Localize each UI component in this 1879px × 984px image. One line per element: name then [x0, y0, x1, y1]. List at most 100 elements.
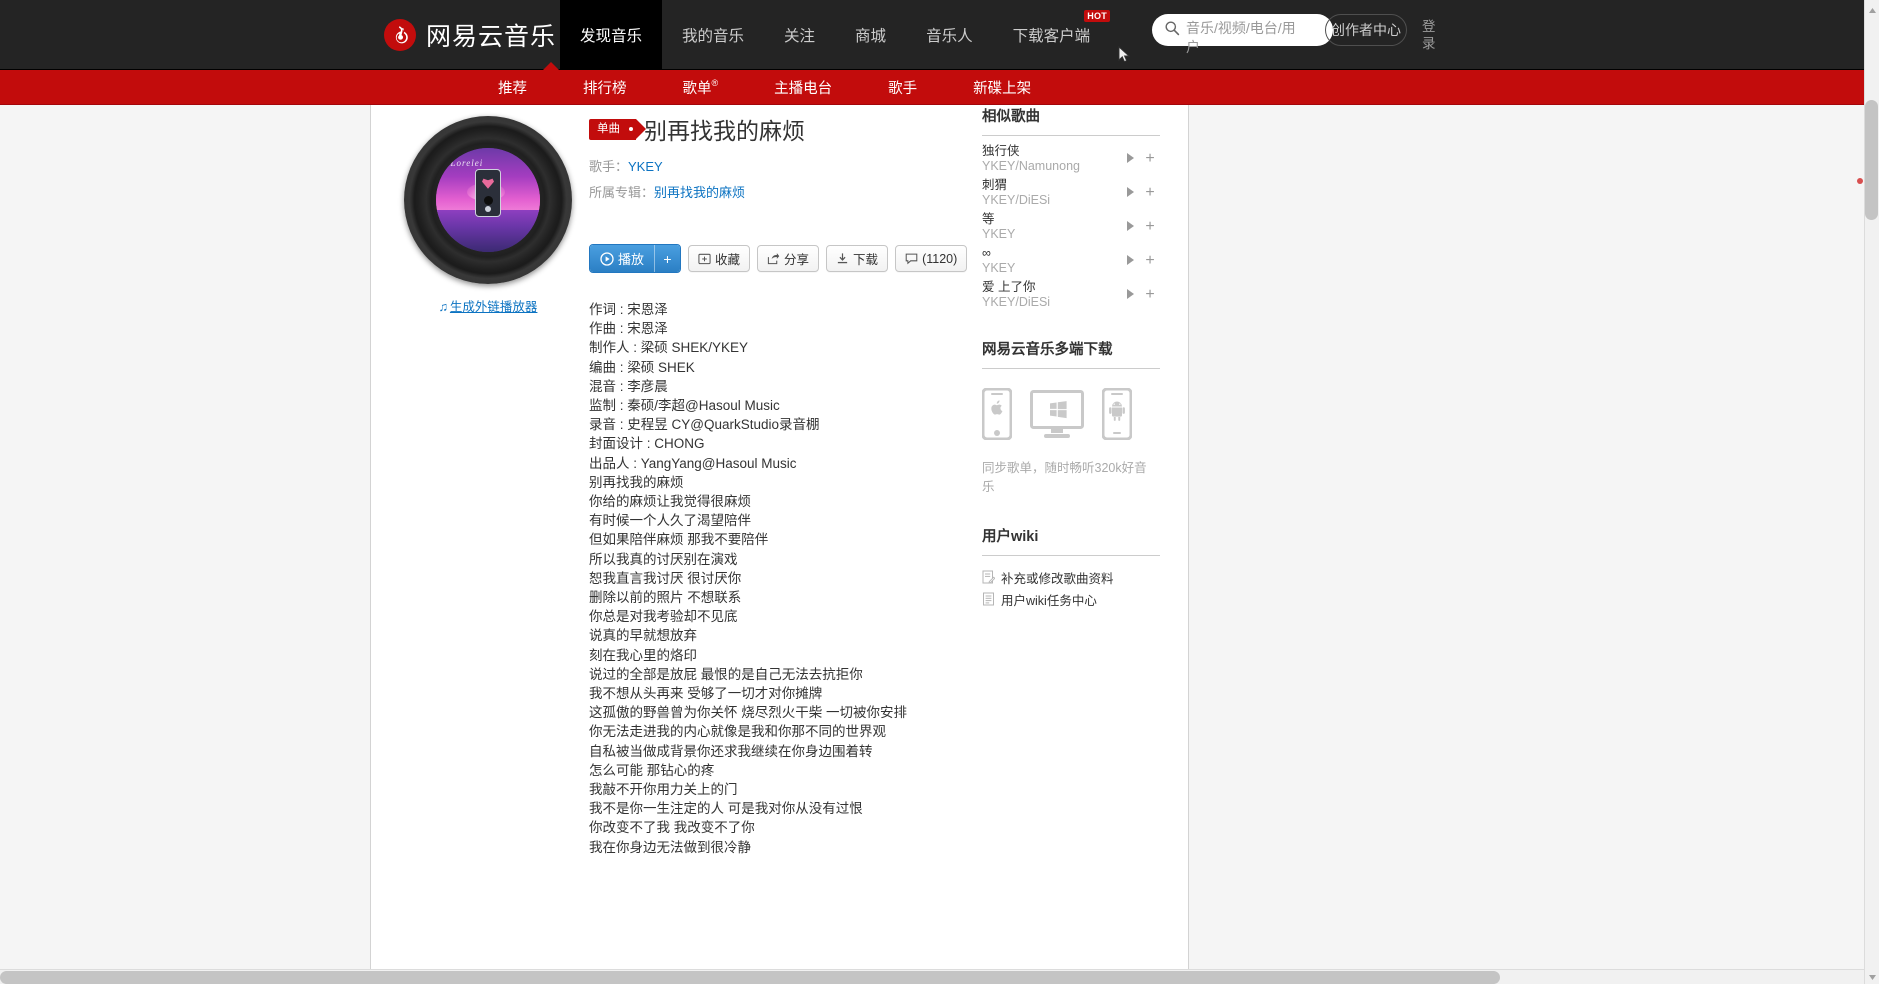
artist-line: 歌手：YKEY — [589, 156, 969, 178]
similar-songs-list: 独行侠 YKEY/Namunong + 刺猬 YKEY/DiESi + — [982, 142, 1160, 312]
search-box[interactable]: 音乐/视频/电台/用户 — [1152, 14, 1333, 46]
nav-item-label: 商城 — [855, 24, 886, 46]
netease-music-logo-icon — [384, 19, 416, 51]
vertical-scrollbar-thumb[interactable] — [1865, 100, 1878, 220]
favorite-button[interactable]: 收藏 — [688, 245, 750, 272]
list-item[interactable]: 刺猬 YKEY/DiESi + — [982, 176, 1160, 210]
plus-icon[interactable]: + — [1140, 151, 1160, 167]
vertical-scrollbar[interactable] — [1864, 0, 1879, 984]
lyric-line: 你改变不了我 我改变不了你 — [589, 818, 959, 837]
nav-item-musician[interactable]: 音乐人 — [906, 0, 993, 70]
similar-song-name: 独行侠 — [982, 144, 1120, 159]
vinyl-record-cover[interactable]: Lorelei — [404, 116, 572, 284]
download-section-title: 网易云音乐多端下载 — [982, 338, 1160, 369]
multi-platform-download-section: 网易云音乐多端下载 — [960, 338, 1188, 497]
subnav-item-label: 排行榜 — [583, 81, 627, 97]
vinyl-center-hole — [484, 196, 493, 205]
nav-item-following[interactable]: 关注 — [764, 0, 835, 70]
page-left-gutter — [0, 105, 370, 984]
list-item[interactable]: ∞ YKEY + — [982, 244, 1160, 278]
artist-label: 歌手： — [589, 159, 628, 174]
subnav-item-artists[interactable]: 歌手 — [860, 77, 945, 98]
similar-song-artist: YKEY/DiESi — [982, 295, 1120, 310]
plus-icon[interactable]: + — [1140, 253, 1160, 269]
subnav-item-recommend[interactable]: 推荐 — [470, 77, 555, 98]
play-triangle-icon[interactable] — [1120, 286, 1140, 304]
lyric-line: 但如果陪伴麻烦 那我不要陪伴 — [589, 530, 959, 549]
similar-song-name: ∞ — [982, 246, 1120, 261]
nav-item-download-client[interactable]: 下载客户端 HOT — [993, 0, 1111, 70]
plus-icon[interactable]: + — [1140, 219, 1160, 235]
horizontal-scrollbar[interactable] — [0, 969, 1864, 984]
play-triangle-icon[interactable] — [1120, 252, 1140, 270]
wiki-item-task-center[interactable]: 用户wiki任务中心 — [982, 588, 1160, 610]
nav-item-label: 我的音乐 — [682, 24, 744, 46]
site-logo[interactable]: 网易云音乐 — [370, 0, 556, 70]
play-triangle-icon[interactable] — [1120, 184, 1140, 202]
nav-item-store[interactable]: 商城 — [835, 0, 906, 70]
scroll-down-arrow-icon[interactable] — [1867, 970, 1878, 981]
comment-button[interactable]: (1120) — [895, 245, 967, 272]
search-icon — [1164, 20, 1182, 38]
outchain-label: 生成外链播放器 — [450, 300, 538, 314]
subnav-item-playlist[interactable]: 歌单® — [655, 77, 747, 98]
wiki-item-label: 用户wiki任务中心 — [1001, 590, 1097, 609]
plus-icon[interactable]: + — [1140, 185, 1160, 201]
lyric-line: 封面设计 : CHONG — [589, 434, 959, 453]
music-note-icon: ♫ — [439, 300, 448, 314]
lyric-line: 我不想从头再来 受够了一切才对你摊牌 — [589, 684, 959, 703]
lyric-line: 你给的麻烦让我觉得很麻烦 — [589, 492, 959, 511]
android-phone-icon[interactable] — [1102, 388, 1132, 445]
nav-item-discover[interactable]: 发现音乐 — [560, 0, 662, 70]
share-button[interactable]: 分享 — [757, 245, 819, 272]
generate-outchain-player-link[interactable]: ♫生成外链播放器 — [397, 296, 579, 315]
subnav-item-toplist[interactable]: 排行榜 — [555, 77, 655, 98]
nav-item-my-music[interactable]: 我的音乐 — [662, 0, 764, 70]
login-link[interactable]: 登录 — [1422, 18, 1438, 52]
lyric-line: 我敲不开你用力关上的门 — [589, 780, 959, 799]
play-circle-icon — [600, 252, 614, 266]
lyric-line: 自私被当做成背景你还求我继续在你身边围着转 — [589, 742, 959, 761]
share-label: 分享 — [784, 249, 809, 268]
album-label: 所属专辑： — [589, 185, 654, 200]
plus-icon[interactable]: + — [1140, 287, 1160, 303]
search-input[interactable]: 音乐/视频/电台/用户 — [1186, 19, 1306, 57]
horizontal-scrollbar-thumb[interactable] — [0, 971, 1500, 984]
list-item[interactable]: 等 YKEY + — [982, 210, 1160, 244]
similar-song-artist: YKEY — [982, 261, 1120, 276]
lyric-line: 刻在我心里的烙印 — [589, 646, 959, 665]
download-button[interactable]: 下载 — [826, 245, 888, 272]
similar-songs-section: 相似歌曲 独行侠 YKEY/Namunong + 刺猬 YKEY/DiESi — [960, 105, 1188, 312]
creator-center-button[interactable]: 创作者中心 — [1325, 14, 1407, 46]
lyric-line: 恕我直言我讨厌 很讨厌你 — [589, 569, 959, 588]
play-triangle-icon[interactable] — [1120, 218, 1140, 236]
list-doc-icon — [982, 592, 995, 606]
lyric-line: 作曲 : 宋恩泽 — [589, 319, 959, 338]
subnav-item-label: 新碟上架 — [973, 81, 1031, 97]
download-label: 下载 — [853, 249, 878, 268]
play-button[interactable]: 播放 — [590, 245, 654, 272]
lyric-line: 编曲 : 梁硕 SHEK — [589, 358, 959, 377]
scroll-up-arrow-icon[interactable] — [1867, 3, 1878, 14]
tag-dot-icon — [629, 127, 633, 131]
folder-add-icon — [698, 252, 711, 265]
wiki-item-edit-song-info[interactable]: 补充或修改歌曲资料 — [982, 566, 1160, 588]
add-to-playlist-button[interactable]: + — [654, 245, 680, 272]
windows-desktop-icon[interactable] — [1030, 390, 1084, 445]
subnav-item-radio[interactable]: 主播电台 — [746, 77, 860, 98]
nav-item-label: 下载客户端 — [1013, 24, 1091, 46]
lyric-line: 这孤傲的野兽曾为你关怀 烧尽烈火干柴 一切被你安排 — [589, 703, 959, 722]
list-item[interactable]: 独行侠 YKEY/Namunong + — [982, 142, 1160, 176]
subnav-item-new-albums[interactable]: 新碟上架 — [945, 77, 1059, 98]
download-note: 同步歌单，随时畅听320k好音乐 — [982, 459, 1154, 497]
site-logo-text: 网易云音乐 — [426, 17, 556, 53]
artist-link[interactable]: YKEY — [628, 159, 663, 174]
ios-phone-icon[interactable] — [982, 388, 1012, 445]
list-item[interactable]: 爱 上了你 YKEY/DiESi + — [982, 278, 1160, 312]
album-link[interactable]: 别再找我的麻烦 — [654, 185, 745, 200]
subnav-item-label: 歌手 — [888, 81, 917, 97]
download-icon — [836, 252, 849, 265]
lyric-line: 作词 : 宋恩泽 — [589, 300, 959, 319]
play-triangle-icon[interactable] — [1120, 150, 1140, 168]
song-action-buttons: 播放 + 收藏 分享 — [589, 244, 967, 273]
